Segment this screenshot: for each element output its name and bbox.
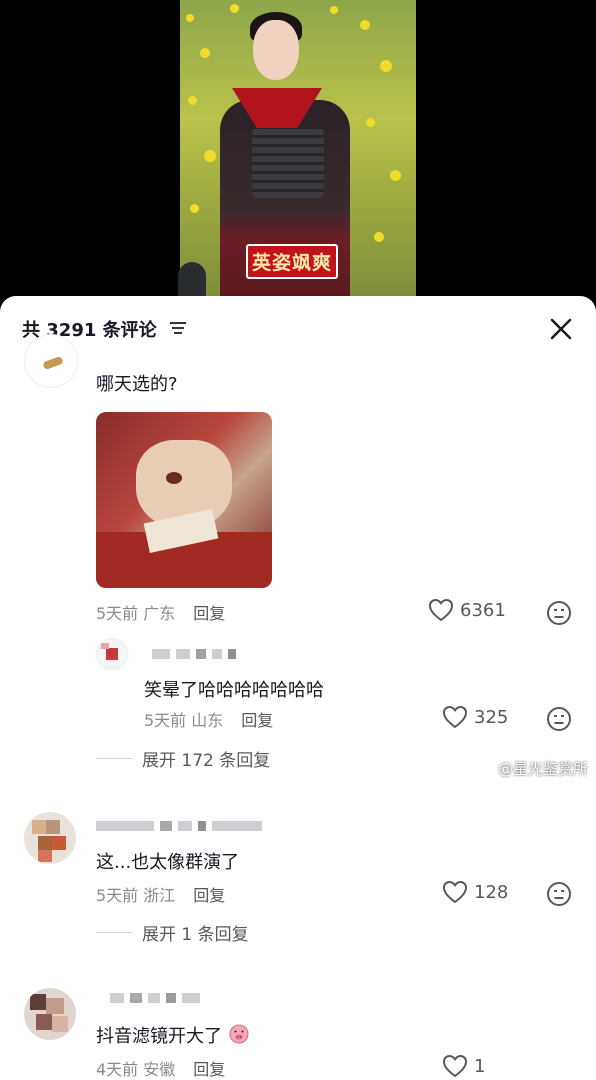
expand-replies-button[interactable]: 展开 1 条回复 xyxy=(96,920,249,945)
reply-button[interactable]: 回复 xyxy=(241,711,273,730)
like-button[interactable]: 325 xyxy=(442,705,508,729)
emoji-react-icon[interactable] xyxy=(546,706,572,732)
avatar[interactable] xyxy=(24,334,78,388)
expand-replies-button[interactable]: 展开 172 条回复 xyxy=(96,746,270,771)
like-button[interactable]: 128 xyxy=(442,880,508,904)
comment-meta: 5天前 广东 回复 xyxy=(96,604,226,623)
comment-meta: 4天前 安徽 回复 xyxy=(96,1060,226,1079)
reply-button[interactable]: 回复 xyxy=(193,1060,225,1079)
heart-icon xyxy=(428,598,454,622)
heart-icon xyxy=(442,880,468,904)
like-count: 6361 xyxy=(460,599,506,621)
emoji-react-icon[interactable] xyxy=(546,600,572,626)
like-count: 1 xyxy=(474,1055,486,1077)
comment-sticker-image[interactable] xyxy=(96,412,272,588)
comment-meta: 5天前 浙江 回复 xyxy=(96,886,226,905)
comment-text: 抖音滤镜开大了 xyxy=(96,1022,250,1048)
close-icon[interactable] xyxy=(548,316,574,342)
like-count: 325 xyxy=(474,706,509,728)
comment-sheet: 共 3291 条评论 哪天选的? 5天前 广东 回复 6361 笑晕了哈哈哈哈哈… xyxy=(0,296,596,1080)
comment-text: 这...也太像群演了 xyxy=(96,852,240,873)
avatar[interactable] xyxy=(24,812,76,864)
reply-button[interactable]: 回复 xyxy=(193,886,225,905)
avatar[interactable] xyxy=(96,638,128,670)
username-blurred xyxy=(96,820,262,832)
username-blurred xyxy=(152,648,236,660)
heart-icon xyxy=(442,1054,468,1078)
video-frame: 英姿飒爽 xyxy=(180,0,416,300)
reply-text: 笑晕了哈哈哈哈哈哈哈 xyxy=(144,680,324,701)
watermark: @星光鉴赏所 xyxy=(498,760,589,778)
username-blurred xyxy=(110,992,200,1004)
comment-text: 哪天选的? xyxy=(96,374,178,395)
like-button[interactable]: 1 xyxy=(442,1054,485,1078)
pig-face-emoji-icon xyxy=(229,1024,249,1044)
video-caption: 英姿飒爽 xyxy=(246,244,339,279)
like-button[interactable]: 6361 xyxy=(428,598,506,622)
comment-sheet-header: 共 3291 条评论 xyxy=(0,296,596,362)
avatar[interactable] xyxy=(24,988,76,1040)
filter-icon[interactable] xyxy=(170,321,186,335)
reply-button[interactable]: 回复 xyxy=(193,604,225,623)
video-player[interactable]: 英姿飒爽 xyxy=(0,0,596,302)
reply-meta: 5天前 山东 回复 xyxy=(144,711,274,730)
emoji-react-icon[interactable] xyxy=(546,881,572,907)
like-count: 128 xyxy=(474,881,509,903)
heart-icon xyxy=(442,705,468,729)
